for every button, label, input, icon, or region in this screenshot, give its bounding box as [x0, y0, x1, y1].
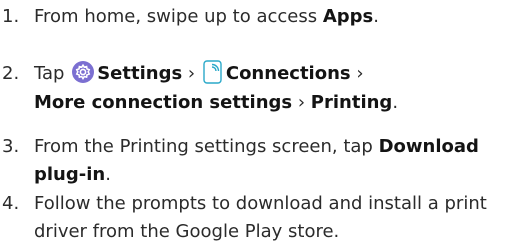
instruction-list: 1. From home, swipe up to access Apps. 2… — [0, 0, 519, 246]
step-text: From home, swipe up to access — [34, 6, 323, 27]
step-3-line-1: From the Printing settings screen, tap D… — [34, 134, 479, 160]
settings-label: Settings — [97, 63, 183, 84]
period: . — [105, 164, 111, 185]
step-2-line-2: More connection settings › Printing. — [34, 90, 398, 116]
step-3-line-2: plug-in. — [34, 162, 111, 188]
step-4-line-2: driver from the Google Play store. — [34, 221, 340, 242]
gear-icon — [72, 61, 95, 83]
period: . — [392, 92, 399, 113]
separator: › — [187, 63, 196, 84]
printing-label: Printing — [310, 92, 393, 113]
step-text: From the Printing settings screen, tap — [34, 136, 379, 157]
more-connection-settings-label: More connection settings — [34, 92, 293, 113]
separator: › — [297, 92, 306, 113]
plug-in-label: plug-in — [34, 164, 106, 185]
step-text: Tap — [34, 63, 65, 84]
period: . — [373, 6, 379, 27]
step-4-line-1: Follow the prompts to download and insta… — [34, 193, 487, 214]
step-1-text: From home, swipe up to access Apps. — [34, 4, 379, 30]
step-number: 4. — [2, 193, 20, 214]
connections-label: Connections — [225, 63, 351, 84]
step-number: 2. — [2, 63, 20, 84]
download-label: Download — [378, 136, 479, 157]
step-number: 3. — [2, 136, 20, 157]
separator: › — [356, 63, 364, 84]
step-number: 1. — [2, 6, 20, 27]
apps-label: Apps — [322, 6, 374, 27]
connections-icon — [203, 60, 223, 84]
step-2-line-1: Tap Settings › Connections › — [34, 60, 364, 87]
